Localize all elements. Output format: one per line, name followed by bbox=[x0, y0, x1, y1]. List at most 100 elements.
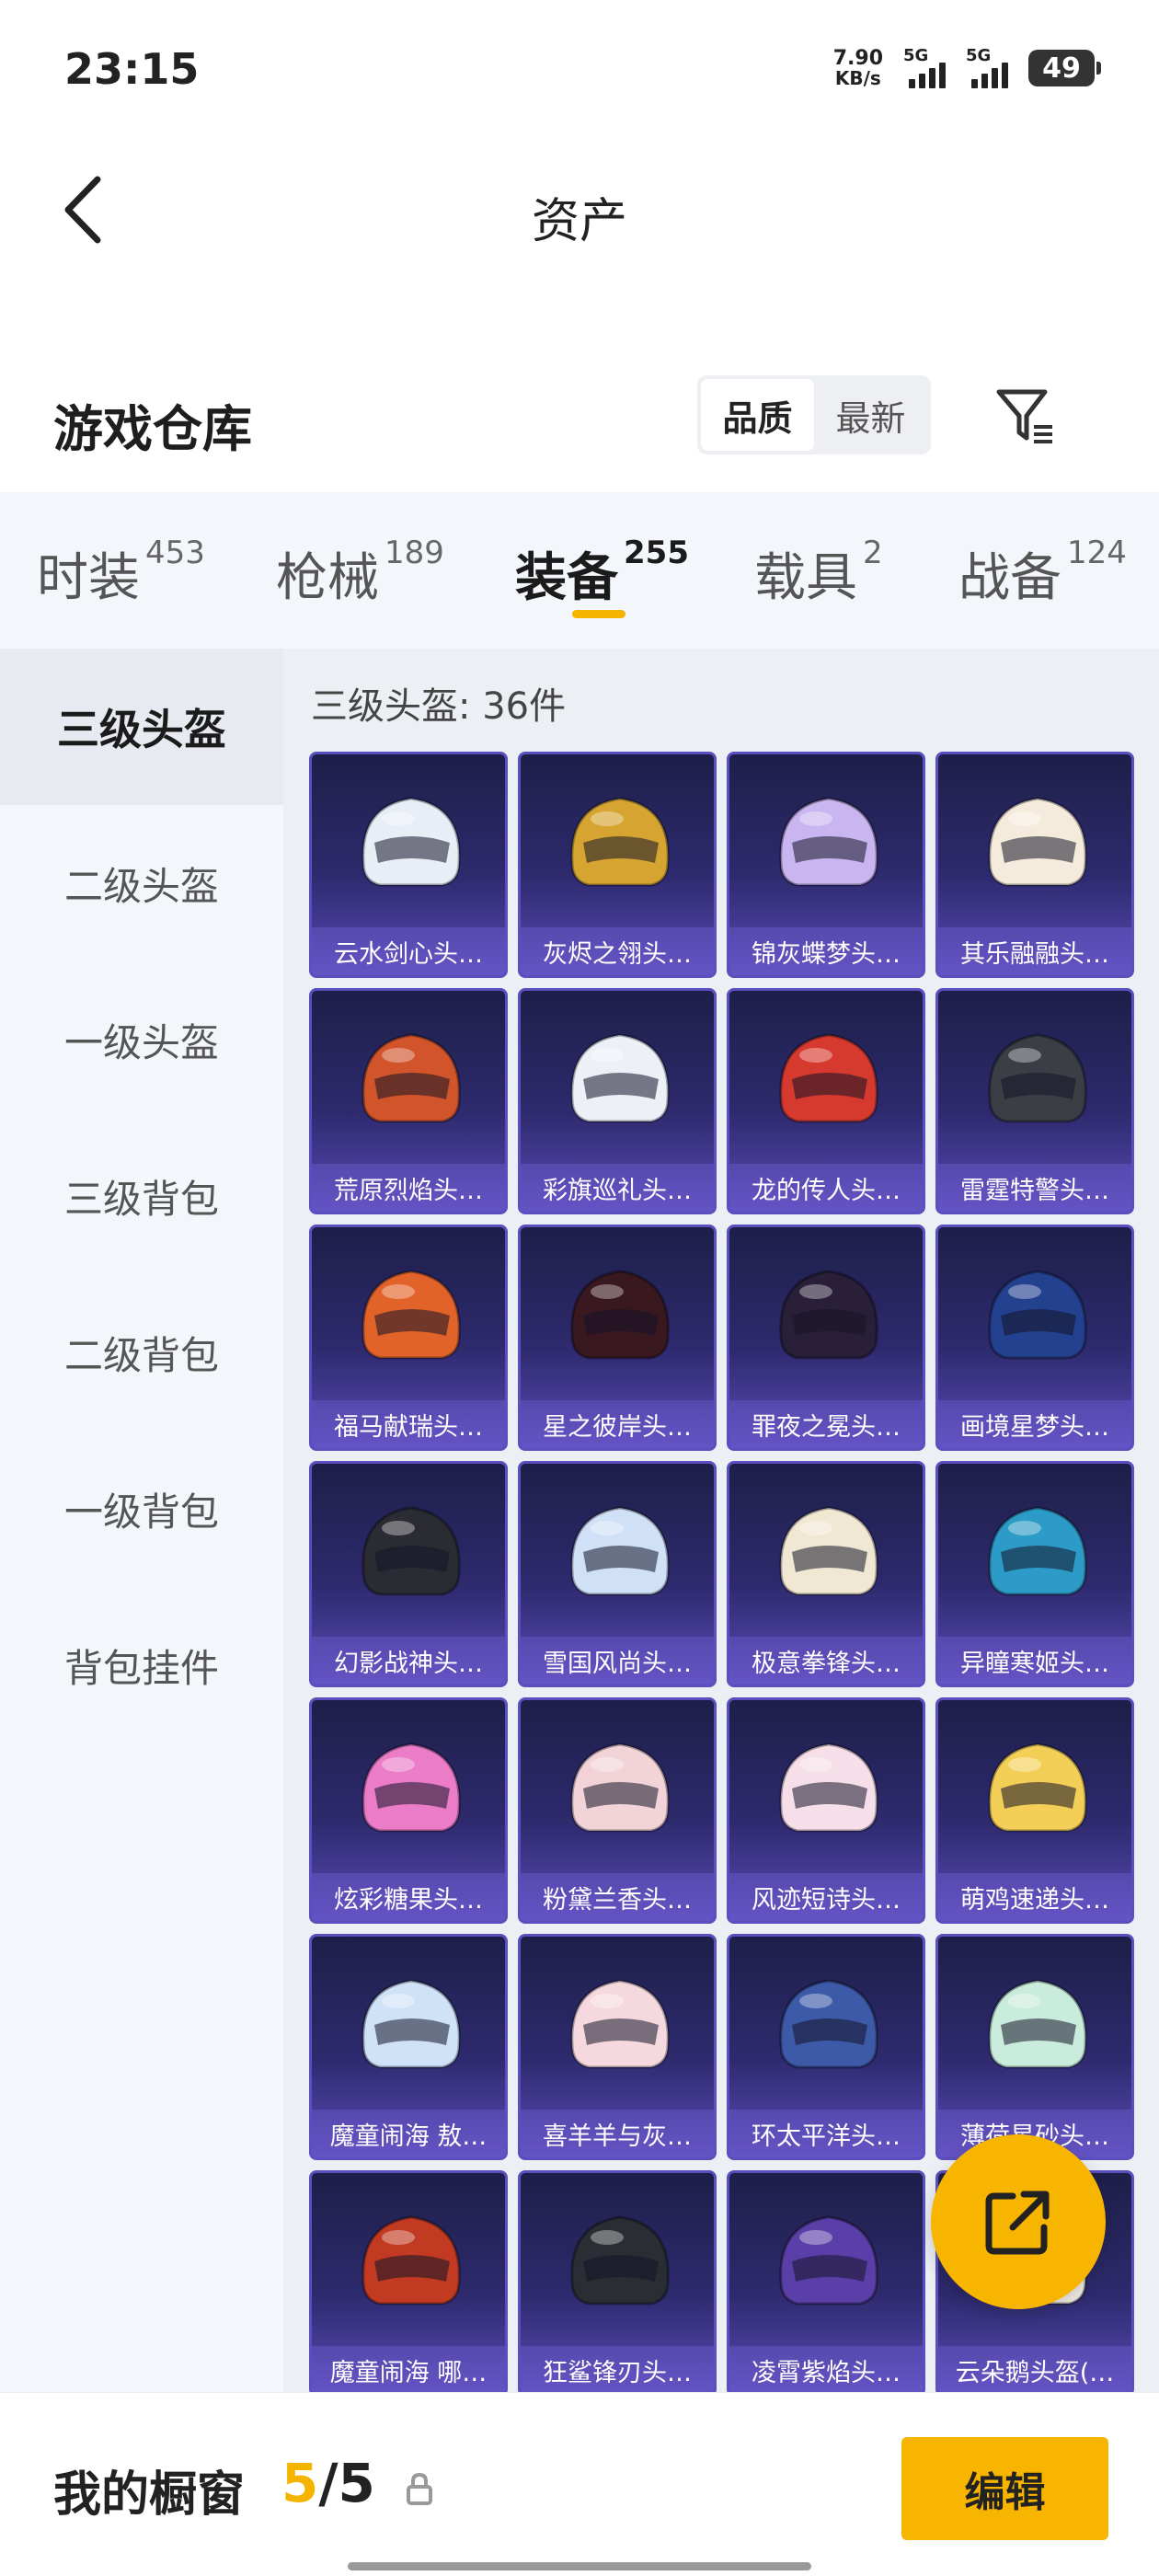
tab-supplies[interactable]: 战备 124 bbox=[958, 535, 1127, 611]
tab-equipment[interactable]: 装备 255 bbox=[515, 535, 689, 611]
tab-active-indicator bbox=[572, 610, 625, 618]
helmet-image bbox=[764, 2197, 893, 2326]
sort-option-quality[interactable]: 品质 bbox=[701, 379, 814, 451]
item-name: 风迹短诗头… bbox=[729, 1873, 923, 1921]
item-card[interactable]: 其乐融融头… bbox=[935, 752, 1134, 978]
tab-guns[interactable]: 枪械 189 bbox=[276, 535, 444, 611]
sort-option-newest[interactable]: 最新 bbox=[814, 379, 927, 451]
item-name: 彩旗巡礼头… bbox=[521, 1164, 714, 1212]
item-card[interactable]: 魔童闹海 哪… bbox=[309, 2170, 508, 2392]
item-card[interactable]: 炫彩糖果头… bbox=[309, 1697, 508, 1924]
filter-button[interactable] bbox=[984, 375, 1067, 458]
helmet-image bbox=[973, 1724, 1102, 1853]
item-name: 异瞳寒姬头… bbox=[938, 1637, 1131, 1685]
item-card[interactable]: 极意拳锋头… bbox=[727, 1461, 925, 1687]
item-name: 狂鲨锋刃头… bbox=[521, 2346, 714, 2392]
helmet-image bbox=[347, 1488, 476, 1616]
item-card[interactable]: 萌鸡速递头… bbox=[935, 1697, 1134, 1924]
item-name: 凌霄紫焰头… bbox=[729, 2346, 923, 2392]
tab-fashion[interactable]: 时装 453 bbox=[37, 535, 205, 611]
sidebar-item-backpack-charm[interactable]: 背包挂件 bbox=[0, 1587, 283, 1743]
tab-label: 时装 bbox=[37, 548, 140, 608]
item-card[interactable]: 粉黛兰香头… bbox=[518, 1697, 717, 1924]
section-head: 游戏仓库 品质 最新 bbox=[0, 368, 1159, 469]
category-tabs: 时装 453 枪械 189 装备 255 载具 2 战备 124 bbox=[0, 492, 1159, 649]
helmet-image bbox=[973, 1961, 1102, 2089]
item-name: 星之彼岸头… bbox=[521, 1400, 714, 1448]
item-name: 云水剑心头… bbox=[312, 927, 505, 975]
helmet-image bbox=[556, 778, 684, 907]
tab-vehicles[interactable]: 载具 2 bbox=[754, 535, 883, 611]
item-card[interactable]: 幻影战神头… bbox=[309, 1461, 508, 1687]
edit-button[interactable]: 编辑 bbox=[901, 2437, 1108, 2540]
item-card[interactable]: 罪夜之冕头… bbox=[727, 1225, 925, 1451]
item-name: 锦灰蝶梦头… bbox=[729, 927, 923, 975]
item-card[interactable]: 画境星梦头… bbox=[935, 1225, 1134, 1451]
helmet-image bbox=[764, 778, 893, 907]
item-card[interactable]: 彩旗巡礼头… bbox=[518, 988, 717, 1214]
item-card[interactable]: 风迹短诗头… bbox=[727, 1697, 925, 1924]
helmet-image bbox=[764, 1488, 893, 1616]
helmet-image bbox=[764, 1015, 893, 1144]
sidebar-item-level3-helmet[interactable]: 三级头盔 bbox=[0, 649, 283, 805]
item-card[interactable]: 异瞳寒姬头… bbox=[935, 1461, 1134, 1687]
helmet-image bbox=[973, 1488, 1102, 1616]
item-name: 喜羊羊与灰… bbox=[521, 2110, 714, 2157]
share-button[interactable] bbox=[931, 2134, 1106, 2309]
item-panel: 三级头盔: 36件 云水剑心头… 灰烬之翎头… 锦灰蝶梦头… 其乐融融头… 荒原烈焰头…… bbox=[283, 649, 1159, 2392]
tab-count: 189 bbox=[384, 535, 444, 571]
sidebar-item-level1-backpack[interactable]: 一级背包 bbox=[0, 1431, 283, 1587]
helmet-image bbox=[556, 2197, 684, 2326]
tab-count: 453 bbox=[145, 535, 205, 571]
tab-count: 255 bbox=[624, 535, 689, 571]
tab-count: 124 bbox=[1067, 535, 1127, 571]
page-title: 资产 bbox=[531, 194, 627, 249]
sidebar-item-level2-backpack[interactable]: 二级背包 bbox=[0, 1274, 283, 1431]
item-card[interactable]: 荒原烈焰头… bbox=[309, 988, 508, 1214]
item-card[interactable]: 星之彼岸头… bbox=[518, 1225, 717, 1451]
sidebar: 三级头盔 二级头盔 一级头盔 三级背包 二级背包 一级背包 背包挂件 bbox=[0, 649, 283, 2392]
sidebar-item-level2-helmet[interactable]: 二级头盔 bbox=[0, 805, 283, 961]
item-name: 雷霆特警头… bbox=[938, 1164, 1131, 1212]
sidebar-item-level1-helmet[interactable]: 一级头盔 bbox=[0, 961, 283, 1118]
status-bar: 23:15 7.90 KB/s 5G 5G 49 bbox=[0, 0, 1159, 138]
helmet-image bbox=[556, 1961, 684, 2089]
item-card[interactable]: 喜羊羊与灰… bbox=[518, 1934, 717, 2160]
item-name: 幻影战神头… bbox=[312, 1637, 505, 1685]
item-card[interactable]: 雪国风尚头… bbox=[518, 1461, 717, 1687]
section-title: 游戏仓库 bbox=[53, 400, 252, 458]
item-name: 画境星梦头… bbox=[938, 1400, 1131, 1448]
helmet-image bbox=[347, 778, 476, 907]
item-card[interactable]: 龙的传人头… bbox=[727, 988, 925, 1214]
item-name: 灰烬之翎头… bbox=[521, 927, 714, 975]
helmet-image bbox=[973, 1015, 1102, 1144]
helmet-image bbox=[764, 1251, 893, 1380]
item-card[interactable]: 灰烬之翎头… bbox=[518, 752, 717, 978]
lock-icon bbox=[407, 2472, 432, 2505]
home-indicator bbox=[348, 2562, 811, 2570]
item-name: 雪国风尚头… bbox=[521, 1637, 714, 1685]
helmet-image bbox=[347, 1251, 476, 1380]
helmet-image bbox=[556, 1015, 684, 1144]
item-card[interactable]: 狂鲨锋刃头… bbox=[518, 2170, 717, 2392]
sidebar-item-level3-backpack[interactable]: 三级背包 bbox=[0, 1118, 283, 1274]
battery-icon: 49 bbox=[1028, 50, 1101, 86]
item-card[interactable]: 福马献瑞头… bbox=[309, 1225, 508, 1451]
item-card[interactable]: 锦灰蝶梦头… bbox=[727, 752, 925, 978]
sort-toggle: 品质 最新 bbox=[697, 375, 931, 454]
signal-icon: 5G bbox=[966, 46, 1008, 88]
signal-icon: 5G bbox=[903, 46, 946, 88]
item-name: 罪夜之冕头… bbox=[729, 1400, 923, 1448]
item-card[interactable]: 环太平洋头… bbox=[727, 1934, 925, 2160]
showcase-count: 5/5 bbox=[281, 2452, 375, 2514]
item-card[interactable]: 魔童闹海 敖… bbox=[309, 1934, 508, 2160]
item-card[interactable]: 雷霆特警头… bbox=[935, 988, 1134, 1214]
bottom-bar: 我的橱窗 5/5 编辑 bbox=[0, 2392, 1159, 2576]
item-card[interactable]: 云水剑心头… bbox=[309, 752, 508, 978]
item-card[interactable]: 薄荷星砂头… bbox=[935, 1934, 1134, 2160]
item-name: 福马献瑞头… bbox=[312, 1400, 505, 1448]
helmet-image bbox=[556, 1724, 684, 1853]
item-card[interactable]: 凌霄紫焰头… bbox=[727, 2170, 925, 2392]
helmet-image bbox=[764, 1724, 893, 1853]
item-name: 粉黛兰香头… bbox=[521, 1873, 714, 1921]
